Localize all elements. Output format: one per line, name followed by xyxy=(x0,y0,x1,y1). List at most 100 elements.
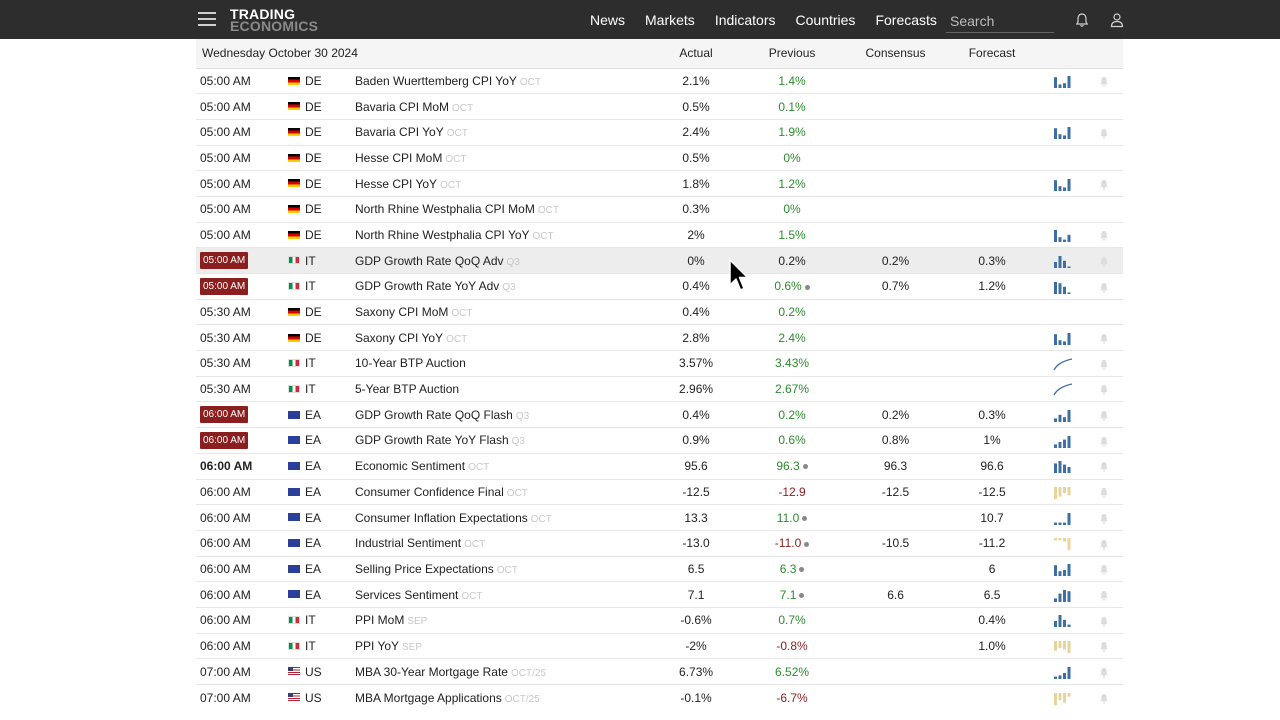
country-cell[interactable]: DE xyxy=(288,299,355,325)
event-cell[interactable]: Consumer Inflation Expectations OCT xyxy=(355,505,657,531)
sparkline-chart[interactable] xyxy=(1053,537,1073,551)
sparkline-chart[interactable] xyxy=(1053,255,1073,268)
country-cell[interactable]: IT xyxy=(288,376,355,402)
event-cell[interactable]: Consumer Confidence Final OCT xyxy=(355,479,657,505)
table-row[interactable]: 05:00 AM DE Hesse CPI YoY OCT 1.8% 1.2% xyxy=(196,170,1124,197)
event-cell[interactable]: Saxony CPI MoM OCT xyxy=(355,299,657,325)
sparkline-cell[interactable] xyxy=(1042,428,1084,454)
alert-bell-icon[interactable] xyxy=(1099,359,1109,370)
country-cell[interactable]: DE xyxy=(288,94,355,120)
sparkline-chart[interactable] xyxy=(1053,229,1073,243)
event-cell[interactable]: Bavaria CPI MoM OCT xyxy=(355,94,657,120)
event-cell[interactable]: Saxony CPI YoY OCT xyxy=(355,325,657,351)
event-name[interactable]: 5-Year BTP Auction xyxy=(355,382,459,396)
sparkline-cell[interactable] xyxy=(1042,633,1084,659)
sparkline-cell[interactable] xyxy=(1042,607,1084,633)
table-row[interactable]: 05:00 AM DE Bavaria CPI MoM OCT 0.5% 0.1% xyxy=(196,93,1124,120)
col-actual[interactable]: Actual xyxy=(657,39,735,68)
sparkline-cell[interactable] xyxy=(1042,659,1084,685)
country-cell[interactable]: EA xyxy=(288,479,355,505)
event-name[interactable]: Industrial Sentiment xyxy=(355,536,461,550)
table-row[interactable]: 05:00 AM IT GDP Growth Rate QoQ Adv Q3 0%… xyxy=(196,247,1124,274)
table-row[interactable]: 06:00 AM EA Economic Sentiment OCT 95.6 9… xyxy=(196,453,1124,479)
sparkline-cell[interactable] xyxy=(1042,94,1084,120)
alert-bell-icon[interactable] xyxy=(1099,282,1109,293)
country-cell[interactable]: IT xyxy=(288,351,355,377)
sparkline-chart[interactable] xyxy=(1053,178,1073,191)
table-row[interactable]: 06:00 AM IT PPI YoY SEP -2% -0.8% 1.0% xyxy=(196,633,1124,659)
event-cell[interactable]: Bavaria CPI YoY OCT xyxy=(355,119,657,145)
event-name[interactable]: Bavaria CPI YoY xyxy=(355,125,444,139)
alert-bell-icon[interactable] xyxy=(1099,641,1109,652)
trading-economics-logo[interactable]: TRADING ECONOMICS xyxy=(230,7,318,33)
event-name[interactable]: 10-Year BTP Auction xyxy=(355,356,466,370)
sparkline-chart[interactable] xyxy=(1053,692,1073,705)
sparkline-cell[interactable] xyxy=(1042,530,1084,556)
nav-news[interactable]: News xyxy=(590,12,625,28)
table-row[interactable]: 06:00 AM EA Industrial Sentiment OCT -13.… xyxy=(196,530,1124,556)
table-row[interactable]: 06:00 AM EA Consumer Inflation Expectati… xyxy=(196,504,1124,531)
event-name[interactable]: GDP Growth Rate YoY Adv xyxy=(355,279,499,293)
event-name[interactable]: Baden Wuerttemberg CPI YoY xyxy=(355,74,517,88)
country-cell[interactable]: DE xyxy=(288,119,355,145)
nav-indicators[interactable]: Indicators xyxy=(715,12,776,28)
event-name[interactable]: Consumer Confidence Final xyxy=(355,485,504,499)
event-cell[interactable]: North Rhine Westphalia CPI MoM OCT xyxy=(355,196,657,222)
event-name[interactable]: PPI MoM xyxy=(355,613,404,627)
event-name[interactable]: Hesse CPI MoM xyxy=(355,151,442,165)
country-cell[interactable]: DE xyxy=(288,145,355,171)
event-name[interactable]: Consumer Inflation Expectations xyxy=(355,511,528,525)
sparkline-cell[interactable] xyxy=(1042,376,1084,402)
country-cell[interactable]: IT xyxy=(288,607,355,633)
sparkline-cell[interactable] xyxy=(1042,505,1084,531)
sparkline-cell[interactable] xyxy=(1042,453,1084,479)
sparkline-chart[interactable] xyxy=(1053,563,1073,577)
event-name[interactable]: Saxony CPI MoM xyxy=(355,305,448,319)
event-cell[interactable]: Industrial Sentiment OCT xyxy=(355,530,657,556)
event-name[interactable]: Bavaria CPI MoM xyxy=(355,100,449,114)
table-row[interactable]: 06:00 AM EA Selling Price Expectations OC… xyxy=(196,556,1124,582)
sparkline-cell[interactable] xyxy=(1042,145,1084,171)
event-name[interactable]: North Rhine Westphalia CPI MoM xyxy=(355,202,535,216)
country-cell[interactable]: DE xyxy=(288,325,355,351)
table-row[interactable]: 05:30 AM IT 5-Year BTP Auction 2.96% 2.6… xyxy=(196,376,1124,402)
event-name[interactable]: North Rhine Westphalia CPI YoY xyxy=(355,228,530,242)
event-cell[interactable]: Baden Wuerttemberg CPI YoY OCT xyxy=(355,68,657,94)
sparkline-cell[interactable] xyxy=(1042,325,1084,351)
alert-bell-icon[interactable] xyxy=(1099,616,1109,627)
sparkline-cell[interactable] xyxy=(1042,556,1084,582)
event-cell[interactable]: North Rhine Westphalia CPI YoY OCT xyxy=(355,222,657,248)
alert-bell-icon[interactable] xyxy=(1099,230,1109,241)
table-row[interactable]: 05:00 AM DE Baden Wuerttemberg CPI YoY OC… xyxy=(196,68,1124,94)
alert-bell-icon[interactable] xyxy=(1099,333,1109,344)
alert-bell-icon[interactable] xyxy=(1099,590,1109,601)
country-cell[interactable]: EA xyxy=(288,453,355,479)
user-icon[interactable] xyxy=(1109,12,1125,28)
country-cell[interactable]: EA xyxy=(288,402,355,428)
table-row[interactable]: 05:30 AM DE Saxony CPI MoM OCT 0.4% 0.2% xyxy=(196,299,1124,325)
alert-bell-icon[interactable] xyxy=(1099,76,1109,87)
country-cell[interactable]: EA xyxy=(288,556,355,582)
event-name[interactable]: MBA 30-Year Mortgage Rate xyxy=(355,665,508,679)
alert-bell-icon[interactable] xyxy=(1099,564,1109,575)
table-row[interactable]: 05:00 AM DE North Rhine Westphalia CPI Y… xyxy=(196,222,1124,248)
sparkline-cell[interactable] xyxy=(1042,582,1084,608)
event-cell[interactable]: Selling Price Expectations OCT xyxy=(355,556,657,582)
country-cell[interactable]: DE xyxy=(288,196,355,222)
event-cell[interactable]: 10-Year BTP Auction xyxy=(355,351,657,377)
event-name[interactable]: GDP Growth Rate QoQ Adv xyxy=(355,254,504,268)
col-previous[interactable]: Previous xyxy=(735,39,849,68)
col-consensus[interactable]: Consensus xyxy=(849,39,942,68)
sparkline-chart[interactable] xyxy=(1053,512,1073,525)
event-name[interactable]: GDP Growth Rate YoY Flash xyxy=(355,433,509,447)
event-cell[interactable]: Economic Sentiment OCT xyxy=(355,453,657,479)
country-cell[interactable]: EA xyxy=(288,505,355,531)
country-cell[interactable]: IT xyxy=(288,274,355,300)
country-cell[interactable]: US xyxy=(288,659,355,685)
event-name[interactable]: Selling Price Expectations xyxy=(355,562,494,576)
sparkline-chart[interactable] xyxy=(1053,383,1073,396)
alert-bell-icon[interactable] xyxy=(1099,384,1109,396)
country-cell[interactable]: EA xyxy=(288,582,355,608)
nav-markets[interactable]: Markets xyxy=(645,12,695,28)
event-cell[interactable]: PPI YoY SEP xyxy=(355,633,657,659)
